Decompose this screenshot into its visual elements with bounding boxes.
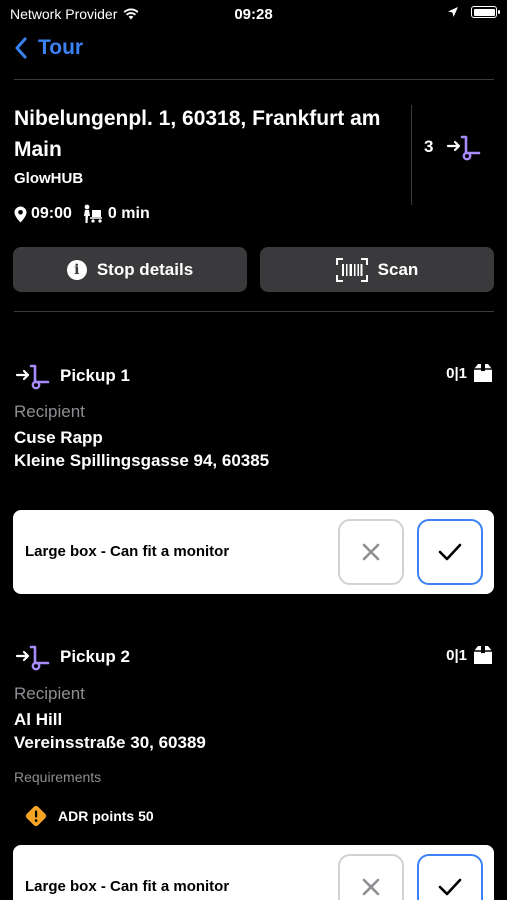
recipient-address: Vereinsstraße 30, 60389	[14, 733, 206, 752]
pickup-icon	[15, 364, 50, 390]
stop-count-value: 3	[424, 137, 434, 156]
stop-details-button[interactable]: i Stop details	[13, 247, 247, 292]
pickup-count-value: 0|1	[446, 646, 467, 664]
worker-cart-icon	[83, 204, 102, 223]
location-pin-icon	[14, 206, 27, 222]
recipient-label: Recipient	[14, 402, 85, 421]
package-item-card: Large box - Can fit a monitor	[13, 845, 494, 900]
stop-duration: 0 min	[107, 205, 150, 222]
pickup-2-header: Pickup 2	[14, 643, 130, 671]
scan-label: Scan	[377, 259, 419, 279]
package-icon	[474, 646, 492, 664]
stop-details-label: Stop details	[96, 259, 194, 279]
chevron-left-icon	[15, 37, 27, 59]
recipient-address: Kleine Spillingsgasse 94, 60385	[14, 451, 270, 470]
stop-meta: 09:00 0 min	[14, 204, 160, 224]
stop-hub: GlowHUB	[14, 170, 84, 187]
package-item-label: Large box - Can fit a monitor	[25, 878, 230, 895]
pickup-title: Pickup 1	[60, 366, 130, 385]
reject-button[interactable]	[338, 519, 404, 585]
requirement-text: ADR points 50	[58, 808, 154, 824]
pickup-count-value: 0|1	[446, 364, 467, 382]
reject-button[interactable]	[338, 854, 404, 900]
pickup-icon	[15, 645, 50, 671]
stop-address: Nibelungenpl. 1, 60318, Frankfurt am Mai…	[14, 107, 381, 161]
pickup-2-count: 0|1	[446, 644, 494, 666]
location-arrow-icon	[448, 7, 458, 17]
package-item-card: Large box - Can fit a monitor	[13, 510, 494, 594]
accept-button[interactable]	[417, 854, 483, 900]
requirements-label: Requirements	[14, 769, 102, 785]
accept-button[interactable]	[417, 519, 483, 585]
checkmark-icon	[438, 878, 462, 896]
vertical-divider	[411, 105, 412, 205]
stop-pickup-count: 3	[424, 133, 483, 161]
pickup-1-count: 0|1	[446, 362, 494, 384]
info-icon: i	[66, 259, 87, 280]
recipient-name: Cuse Rapp	[14, 428, 103, 447]
pickup-title: Pickup 2	[60, 647, 130, 666]
requirement-item: ADR points 50	[24, 804, 154, 828]
pickup-1-header: Pickup 1	[14, 362, 130, 390]
back-label: Tour	[38, 36, 84, 59]
stop-time: 09:00	[31, 205, 72, 222]
close-icon	[362, 878, 380, 896]
warning-icon	[25, 805, 47, 827]
divider	[14, 311, 494, 312]
battery-icon	[471, 6, 500, 18]
recipient-label: Recipient	[14, 684, 85, 703]
divider	[14, 79, 494, 80]
barcode-scan-icon	[335, 257, 368, 282]
pickup-icon	[447, 135, 481, 161]
scan-button[interactable]: Scan	[260, 247, 494, 292]
checkmark-icon	[438, 543, 462, 561]
package-icon	[474, 364, 492, 382]
package-item-label: Large box - Can fit a monitor	[25, 543, 230, 560]
clock: 09:28	[234, 6, 273, 23]
close-icon	[362, 543, 380, 561]
recipient-name: Al Hill	[14, 710, 63, 729]
status-bar: Network Provider 09:28	[0, 0, 507, 28]
back-button[interactable]: Tour	[14, 36, 83, 60]
